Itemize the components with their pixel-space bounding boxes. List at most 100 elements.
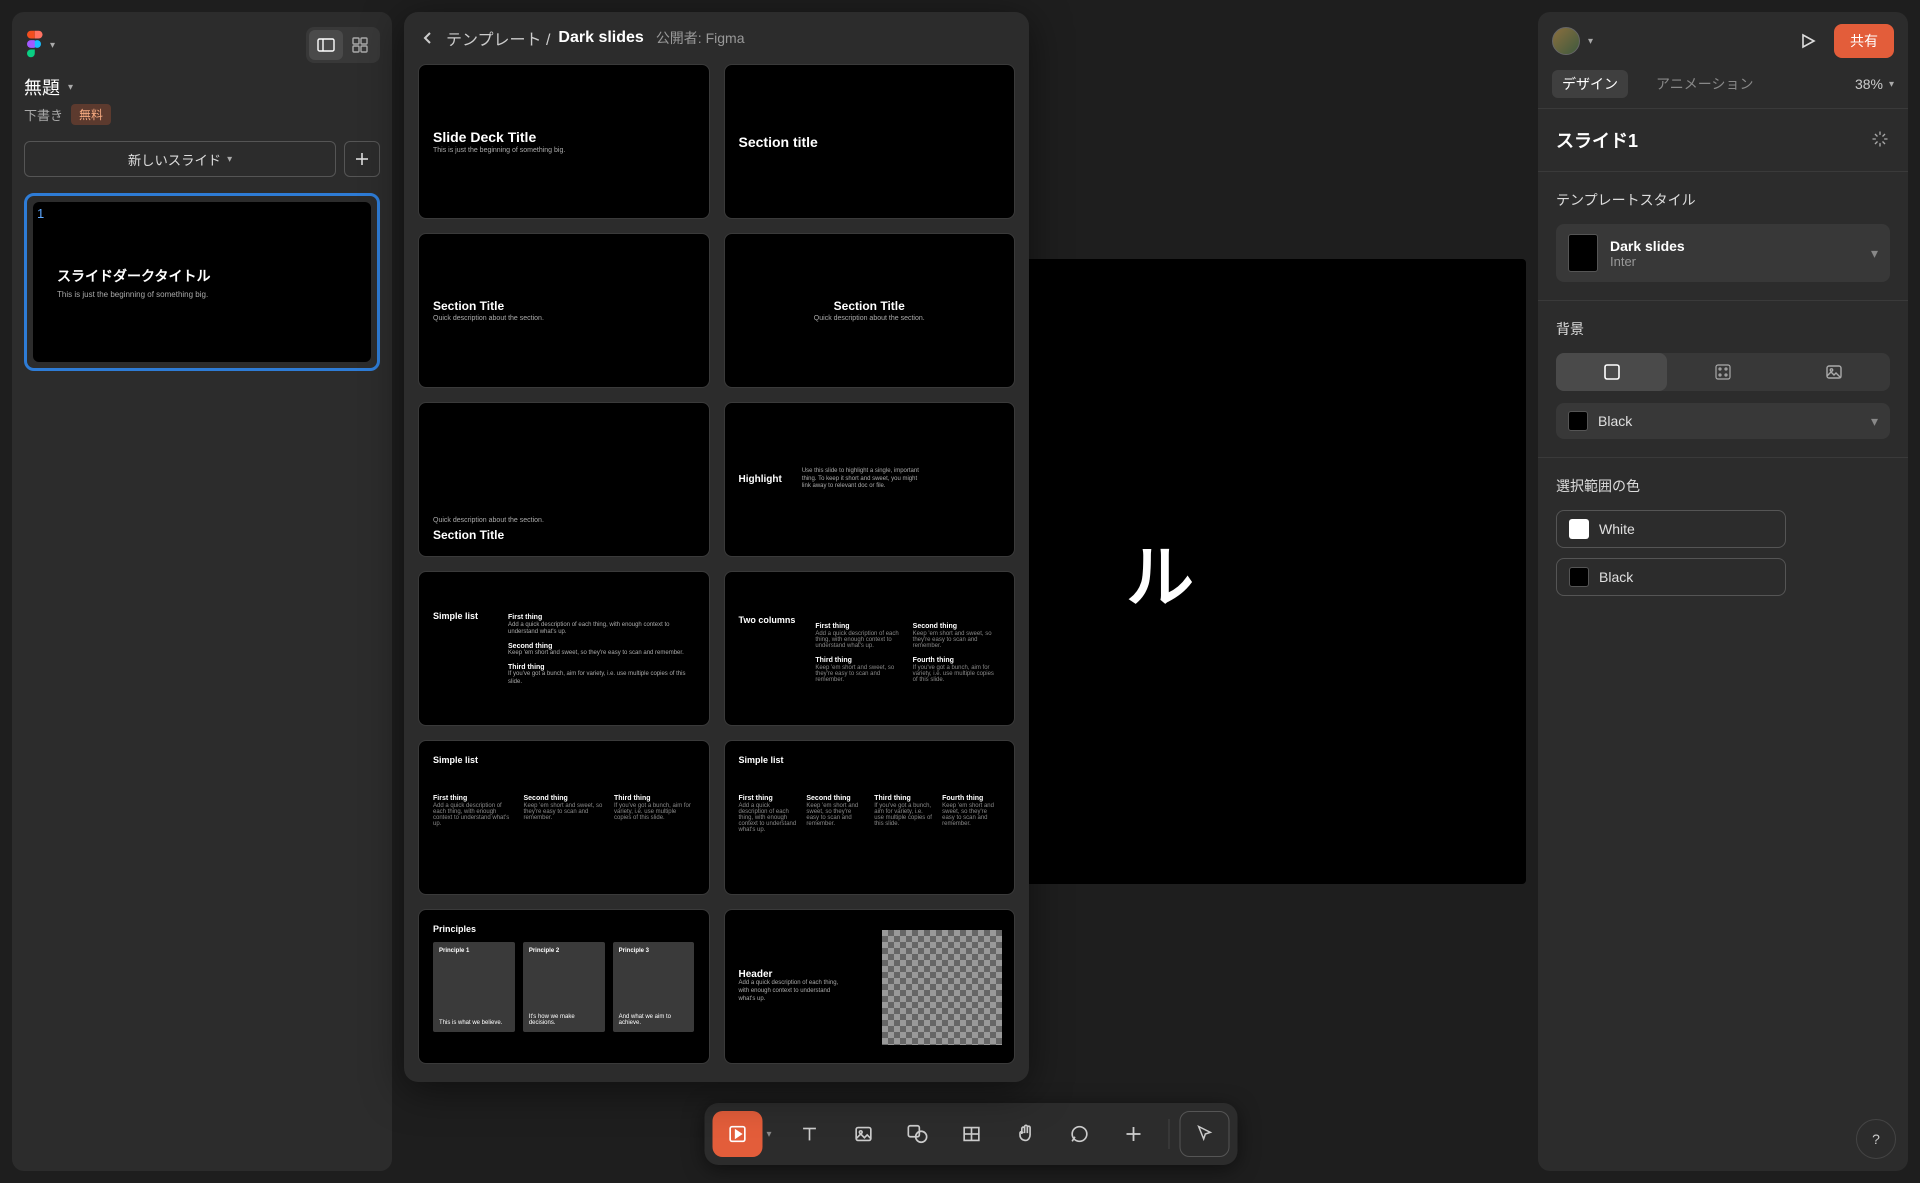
template-grid: Slide Deck Title This is just the beginn…	[418, 64, 1015, 1064]
zoom-value: 38%	[1855, 76, 1883, 92]
chevron-down-icon: ▾	[1588, 36, 1593, 47]
shape-tool-button[interactable]	[893, 1111, 943, 1157]
template-style-picker[interactable]: Dark slides Inter ▾	[1556, 224, 1890, 282]
document-title[interactable]: 無題 ▾	[24, 74, 380, 100]
color-name: White	[1599, 521, 1635, 537]
right-sidebar: ▾ 共有 デザイン アニメーション 38% ▾ スライド1 テンプレートスタイル	[1538, 12, 1908, 1171]
chevron-down-icon: ▾	[1889, 79, 1894, 90]
selection-colors-section: 選択範囲の色 White Black	[1538, 458, 1908, 614]
style-name: Dark slides	[1610, 238, 1685, 254]
right-header: ▾ 共有	[1538, 12, 1908, 70]
template-header: テンプレート / Dark slides 公開者: Figma	[418, 26, 1015, 50]
color-swatch	[1569, 519, 1589, 539]
template-card[interactable]: Simple list First thing Add a quick desc…	[418, 571, 710, 726]
bg-color-name: Black	[1598, 413, 1632, 429]
bottom-toolbar: ▾	[705, 1103, 1238, 1165]
background-section: 背景 Black ▾	[1538, 301, 1908, 458]
template-card[interactable]: Slide Deck Title This is just the beginn…	[418, 64, 710, 219]
slide-title-section: スライド1	[1538, 109, 1908, 172]
selection-color-black[interactable]: Black	[1556, 558, 1786, 596]
template-card[interactable]: Section Title Quick description about th…	[724, 233, 1016, 388]
background-label: 背景	[1556, 319, 1890, 339]
background-type-toggle	[1556, 353, 1890, 391]
color-swatch	[1569, 567, 1589, 587]
bg-gradient-button[interactable]	[1667, 353, 1778, 391]
template-card[interactable]: Header Add a quick description of each t…	[724, 909, 1016, 1064]
template-style-label: テンプレートスタイル	[1556, 190, 1890, 210]
chevron-down-icon: ▾	[227, 154, 232, 165]
app-menu[interactable]: ▾	[24, 30, 55, 61]
thumb-title: スライドダークタイトル	[57, 266, 371, 286]
new-slide-label: 新しいスライド	[128, 150, 221, 169]
chevron-down-icon: ▾	[1871, 245, 1878, 262]
add-tool-button[interactable]	[1109, 1111, 1159, 1157]
template-breadcrumb[interactable]: テンプレート /	[446, 26, 550, 50]
bg-solid-button[interactable]	[1556, 353, 1667, 391]
table-tool-button[interactable]	[947, 1111, 997, 1157]
slide-label: スライド1	[1556, 127, 1638, 153]
template-publisher: 公開者: Figma	[656, 28, 745, 48]
document-status: 下書き	[24, 105, 63, 124]
canvas-visible-text: ル	[1126, 522, 1526, 621]
template-popover: テンプレート / Dark slides 公開者: Figma Slide De…	[404, 12, 1029, 1082]
chevron-down-icon: ▾	[50, 40, 55, 51]
plan-badge: 無料	[71, 104, 111, 125]
comment-tool-button[interactable]	[1055, 1111, 1105, 1157]
user-menu[interactable]: ▾	[1552, 27, 1593, 55]
chevron-down-icon: ▾	[1871, 413, 1878, 430]
image-tool-button[interactable]	[839, 1111, 889, 1157]
single-view-button[interactable]	[309, 30, 343, 60]
cursor-tool-button[interactable]	[1180, 1111, 1230, 1157]
sparkle-icon[interactable]	[1870, 129, 1890, 152]
template-name: Dark slides	[558, 29, 643, 47]
background-color-picker[interactable]: Black ▾	[1556, 403, 1890, 439]
template-card[interactable]: Section title	[724, 64, 1016, 219]
canvas[interactable]: ル テンプレート / Dark slides 公開者: Figma Slide …	[404, 0, 1538, 1183]
tab-design[interactable]: デザイン	[1552, 70, 1628, 98]
selection-colors-label: 選択範囲の色	[1556, 476, 1890, 496]
document-status-row: 下書き 無料	[24, 104, 380, 125]
hand-tool-button[interactable]	[1001, 1111, 1051, 1157]
slide-thumbnail-selected[interactable]: 1 スライドダークタイトル This is just the beginning…	[24, 193, 380, 371]
color-swatch	[1568, 411, 1588, 431]
share-button[interactable]: 共有	[1834, 24, 1894, 58]
back-button[interactable]	[418, 28, 438, 48]
template-card[interactable]: Principles Principle 1This is what we be…	[418, 909, 710, 1064]
style-swatch	[1568, 234, 1598, 272]
color-name: Black	[1599, 569, 1633, 585]
bg-image-button[interactable]	[1779, 353, 1890, 391]
left-header: ▾	[24, 24, 380, 66]
tab-animation[interactable]: アニメーション	[1646, 70, 1763, 98]
present-button[interactable]	[1794, 27, 1822, 55]
template-card[interactable]: Section Title Quick description about th…	[418, 233, 710, 388]
avatar	[1552, 27, 1580, 55]
canvas-area: ル テンプレート / Dark slides 公開者: Figma Slide …	[404, 0, 1538, 1183]
template-card[interactable]: Simple list First thingAdd a quick descr…	[418, 740, 710, 895]
template-style-section: テンプレートスタイル Dark slides Inter ▾	[1538, 172, 1908, 301]
new-slide-button[interactable]: 新しいスライド ▾	[24, 141, 336, 177]
right-tabs: デザイン アニメーション 38% ▾	[1538, 70, 1908, 109]
slide-thumbnail-content: スライドダークタイトル This is just the beginning o…	[33, 202, 371, 362]
move-tool-button[interactable]	[713, 1111, 763, 1157]
help-button[interactable]: ?	[1856, 1119, 1896, 1159]
document-title-text: 無題	[24, 74, 60, 100]
template-card[interactable]: Simple list First thingAdd a quick descr…	[724, 740, 1016, 895]
text-tool-button[interactable]	[785, 1111, 835, 1157]
grid-view-button[interactable]	[343, 30, 377, 60]
toolbar-separator	[1169, 1119, 1170, 1149]
selection-color-white[interactable]: White	[1556, 510, 1786, 548]
chevron-down-icon[interactable]: ▾	[767, 1129, 781, 1140]
new-slide-row: 新しいスライド ▾	[24, 141, 380, 177]
left-sidebar: ▾ 無題 ▾ 下書き 無料 新しいスライド ▾ 1 スライドダークタイトル	[12, 12, 392, 1171]
template-card[interactable]: Two columns First thingAdd a quick descr…	[724, 571, 1016, 726]
thumb-subtitle: This is just the beginning of something …	[57, 290, 371, 299]
add-slide-button[interactable]	[344, 141, 380, 177]
style-font: Inter	[1610, 254, 1685, 269]
chevron-down-icon: ▾	[68, 82, 73, 93]
template-card[interactable]: Quick description about the section. Sec…	[418, 402, 710, 557]
zoom-control[interactable]: 38% ▾	[1855, 76, 1894, 92]
view-toggle	[306, 27, 380, 63]
image-placeholder-icon	[882, 930, 1002, 1045]
slide-number: 1	[37, 206, 44, 221]
template-card[interactable]: Highlight Use this slide to highlight a …	[724, 402, 1016, 557]
